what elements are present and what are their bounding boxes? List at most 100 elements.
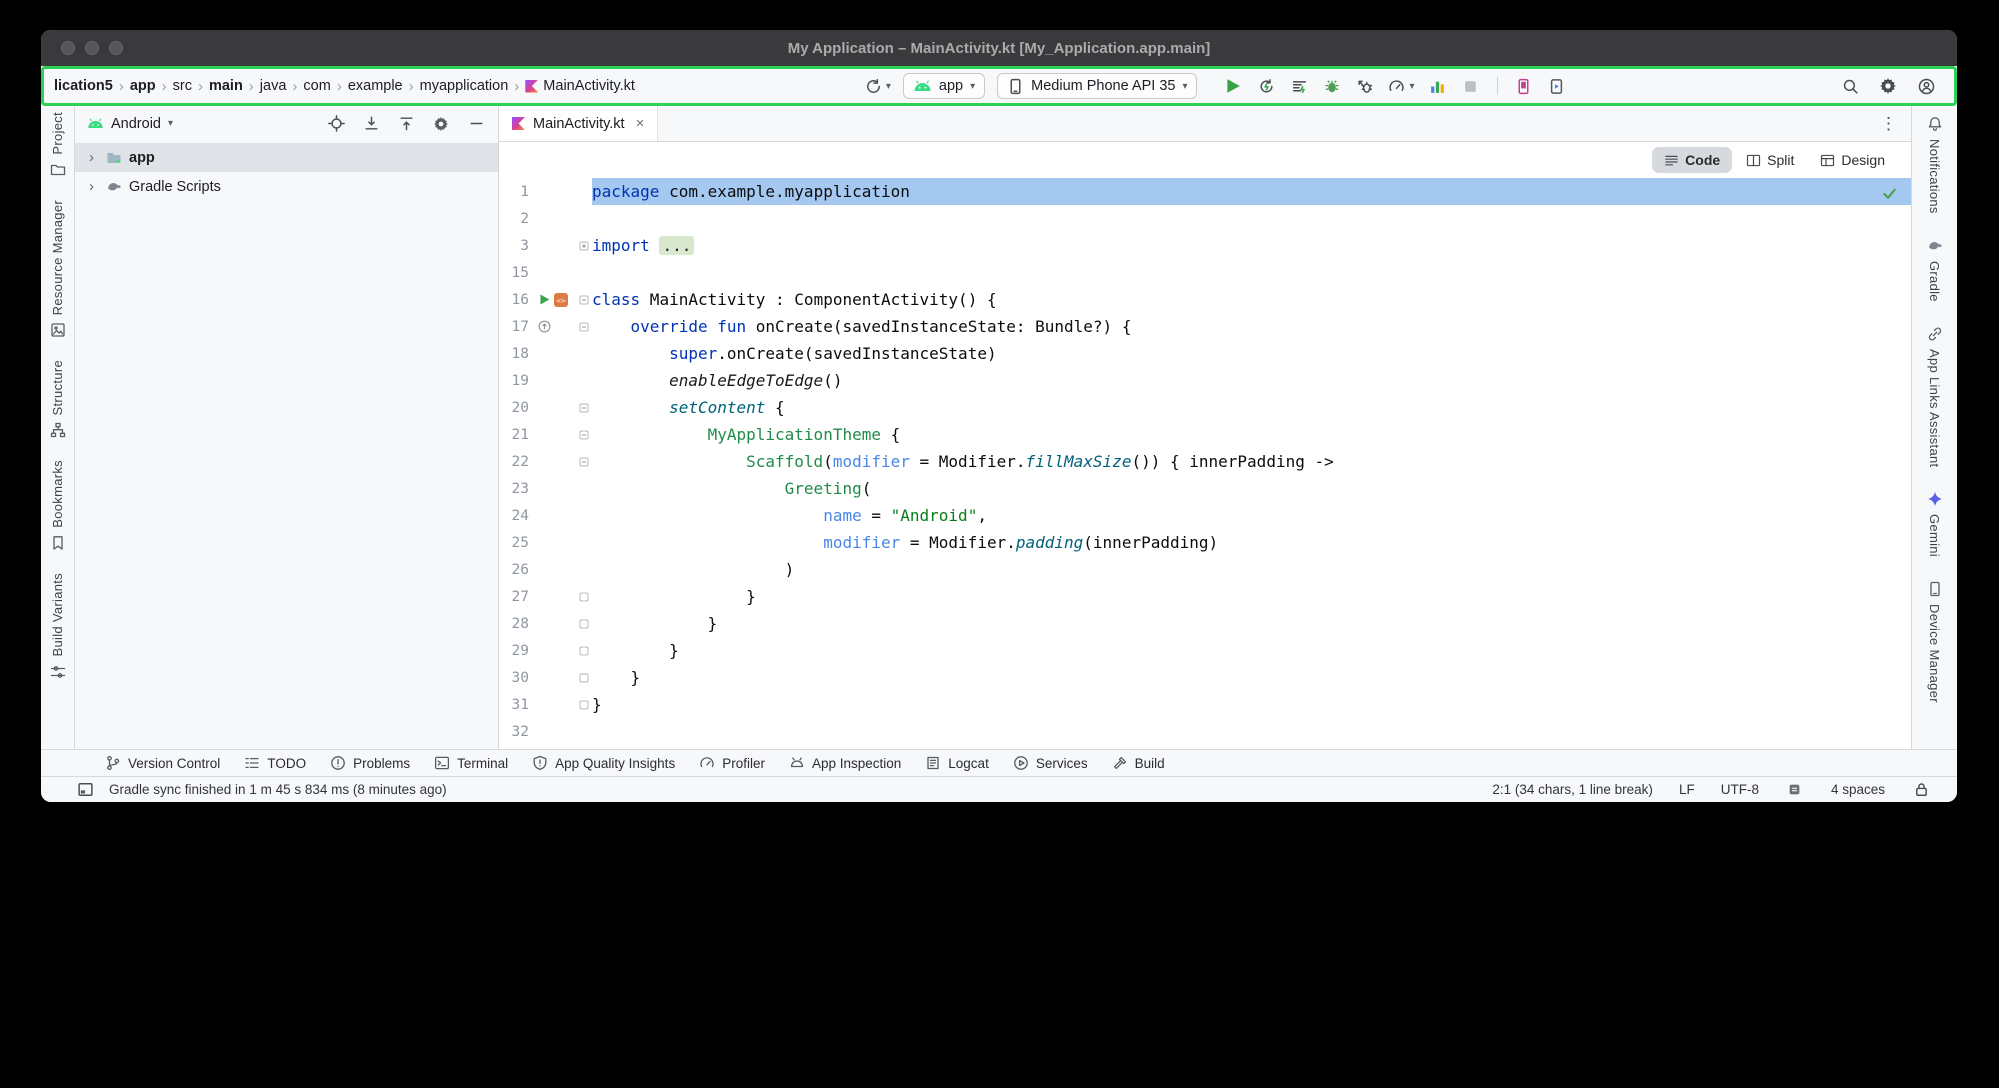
tool-window-button-services[interactable]: Services [1013, 755, 1088, 771]
fold-marker[interactable] [575, 592, 592, 602]
fold-collapse-icon[interactable] [579, 295, 589, 305]
fold-marker[interactable] [575, 619, 592, 629]
code-line-27[interactable]: 27 } [499, 583, 1911, 610]
fold-marker[interactable] [575, 295, 592, 305]
line-separator[interactable]: LF [1679, 782, 1695, 797]
breadcrumb-item-myapplication[interactable]: myapplication [420, 78, 509, 94]
tool-window-button-todo[interactable]: TODO [244, 755, 306, 771]
code-line-29[interactable]: 29 } [499, 637, 1911, 664]
tool-button-project[interactable]: Project [50, 112, 66, 178]
code-line-20[interactable]: 20 setContent { [499, 394, 1911, 421]
write-access-lock-icon[interactable] [1911, 780, 1931, 800]
collapse-all-icon[interactable] [396, 114, 416, 134]
zoom-window-button[interactable] [109, 41, 123, 55]
caret-position[interactable]: 2:1 (34 chars, 1 line break) [1492, 782, 1653, 797]
fold-end-icon[interactable] [579, 646, 589, 656]
run-configuration-select[interactable]: app ▾ [903, 73, 985, 99]
tool-button-resource-manager[interactable]: Resource Manager [50, 200, 66, 338]
fold-marker[interactable] [575, 322, 592, 332]
fold-end-icon[interactable] [579, 700, 589, 710]
fold-marker[interactable] [575, 700, 592, 710]
locate-file-icon[interactable] [326, 114, 346, 134]
fold-expand-icon[interactable] [579, 241, 589, 251]
status-widget-icon[interactable] [1785, 780, 1805, 800]
fold-marker[interactable] [575, 673, 592, 683]
tool-button-device-manager[interactable]: Device Manager [1927, 581, 1943, 703]
expand-chevron-icon[interactable]: › [89, 178, 99, 195]
fold-collapse-icon[interactable] [579, 430, 589, 440]
code-line-17[interactable]: 17 override fun onCreate(savedInstanceSt… [499, 313, 1911, 340]
tool-window-button-build[interactable]: Build [1112, 755, 1165, 771]
tab-options-kebab-icon[interactable]: ⋮ [1866, 114, 1911, 134]
tool-window-button-profiler[interactable]: Profiler [699, 755, 765, 771]
debug-button[interactable] [1322, 76, 1342, 96]
run-gutter-icon[interactable] [538, 293, 551, 306]
breadcrumb-item-com[interactable]: com [303, 78, 330, 94]
code-line-31[interactable]: 31} [499, 691, 1911, 718]
tool-button-build-variants[interactable]: Build Variants [50, 573, 66, 679]
fold-marker[interactable] [575, 403, 592, 413]
breadcrumb-item-example[interactable]: example [348, 78, 403, 94]
editor-tab-mainactivity[interactable]: MainActivity.kt × [499, 106, 658, 141]
code-line-15[interactable]: 15 [499, 259, 1911, 286]
close-tab-icon[interactable]: × [636, 115, 645, 132]
code-line-25[interactable]: 25 modifier = Modifier.padding(innerPadd… [499, 529, 1911, 556]
override-gutter-icon[interactable] [538, 320, 551, 333]
breadcrumb-item-src[interactable]: src [173, 78, 192, 94]
expand-all-icon[interactable] [361, 114, 381, 134]
tool-button-gemini[interactable]: Gemini [1927, 491, 1943, 557]
code-line-24[interactable]: 24 name = "Android", [499, 502, 1911, 529]
fold-collapse-icon[interactable] [579, 322, 589, 332]
stop-button[interactable] [1461, 76, 1481, 96]
tool-button-app-links-assistant[interactable]: App Links Assistant [1927, 326, 1943, 467]
file-encoding[interactable]: UTF-8 [1721, 782, 1759, 797]
fold-end-icon[interactable] [579, 592, 589, 602]
profiler-low-overhead-icon[interactable] [1428, 76, 1448, 96]
tool-window-button-problems[interactable]: Problems [330, 755, 410, 771]
panel-options-gear-icon[interactable] [431, 114, 451, 134]
breadcrumb-item-lication5[interactable]: lication5 [54, 78, 113, 94]
code-line-16[interactable]: 16<>class MainActivity : ComponentActivi… [499, 286, 1911, 313]
breadcrumb-item-app[interactable]: app [130, 78, 156, 94]
tool-window-button-app-quality-insights[interactable]: App Quality Insights [532, 755, 675, 771]
vcs-widget[interactable]: ▾ [865, 78, 891, 95]
fold-marker[interactable] [575, 430, 592, 440]
code-line-30[interactable]: 30 } [499, 664, 1911, 691]
close-window-button[interactable] [61, 41, 75, 55]
code-line-18[interactable]: 18 super.onCreate(savedInstanceState) [499, 340, 1911, 367]
code-line-2[interactable]: 2 [499, 205, 1911, 232]
code-line-32[interactable]: 32 [499, 718, 1911, 745]
breadcrumb-item-mainactivity-kt[interactable]: MainActivity.kt [525, 78, 635, 94]
view-mode-code[interactable]: Code [1652, 147, 1732, 173]
fold-collapse-icon[interactable] [579, 457, 589, 467]
code-line-28[interactable]: 28 } [499, 610, 1911, 637]
tool-button-notifications[interactable]: Notifications [1927, 116, 1943, 214]
tool-window-button-logcat[interactable]: Logcat [925, 755, 989, 771]
breadcrumb-item-java[interactable]: java [260, 78, 287, 94]
fold-marker[interactable] [575, 646, 592, 656]
code-line-3[interactable]: 3import ... [499, 232, 1911, 259]
compose-gutter-icon[interactable]: <> [554, 293, 568, 307]
tool-window-button-terminal[interactable]: Terminal [434, 755, 508, 771]
attach-debugger-icon[interactable] [1355, 76, 1375, 96]
device-mirror-icon[interactable] [1547, 76, 1567, 96]
breadcrumb-item-main[interactable]: main [209, 78, 243, 94]
tree-node-app[interactable]: ›app [75, 143, 498, 172]
indent-setting[interactable]: 4 spaces [1831, 782, 1885, 797]
settings-gear-icon[interactable] [1878, 76, 1898, 96]
fold-marker[interactable] [575, 241, 592, 251]
fold-collapse-icon[interactable] [579, 403, 589, 413]
code-line-22[interactable]: 22 Scaffold(modifier = Modifier.fillMaxS… [499, 448, 1911, 475]
fold-end-icon[interactable] [579, 673, 589, 683]
device-select[interactable]: Medium Phone API 35 ▾ [997, 73, 1197, 99]
tree-node-gradle-scripts[interactable]: ›Gradle Scripts [75, 172, 498, 201]
minimize-window-button[interactable] [85, 41, 99, 55]
view-mode-design[interactable]: Design [1808, 147, 1897, 173]
search-icon[interactable] [1840, 76, 1860, 96]
hide-panel-icon[interactable] [466, 114, 486, 134]
code-area[interactable]: 1package com.example.myapplication23impo… [499, 178, 1911, 745]
fold-marker[interactable] [575, 457, 592, 467]
tool-window-button-version-control[interactable]: Version Control [105, 755, 220, 771]
running-devices-icon[interactable] [1514, 76, 1534, 96]
view-mode-split[interactable]: Split [1734, 147, 1806, 173]
